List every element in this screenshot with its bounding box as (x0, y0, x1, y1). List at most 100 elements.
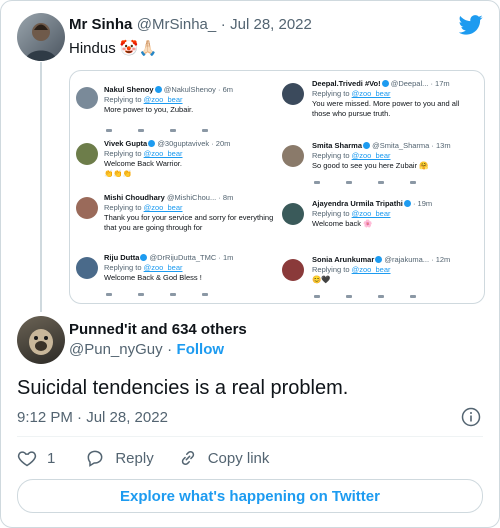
verified-icon (363, 142, 371, 149)
replying-to-label: Replying to (104, 203, 142, 212)
reply-timestamp[interactable]: 9:12 PM · Jul 28, 2022 (17, 409, 168, 426)
reply-icon (87, 450, 103, 467)
tweet-text-body: Hindus (69, 40, 116, 57)
replying-to-handle: @zoo_bear (143, 263, 183, 272)
replying-to-label: Replying to (104, 149, 142, 158)
reply-label: Reply (115, 449, 154, 467)
copy-link-button[interactable]: Copy link (178, 448, 270, 468)
embedded-reply: Ajayendra Urmila Tripathi · 19m Replying… (312, 199, 478, 229)
embedded-action-icons (314, 295, 416, 299)
verified-icon (375, 256, 383, 263)
reply-avatar (282, 145, 304, 167)
replying-to-label: Replying to (312, 209, 350, 218)
embedded-reply-handle: @NakulShenoy · 6m (163, 85, 234, 94)
embedded-reply-text: Welcome back (312, 219, 362, 228)
heart-icon (17, 451, 37, 467)
replying-to-handle: @zoo_bear (351, 265, 391, 274)
embedded-reply-handle: @Smita_Sharma · 13m (372, 141, 451, 150)
embedded-reply-emoji: 👏👏👏 (104, 169, 133, 178)
embedded-reply-handle: · 19m (412, 199, 433, 208)
like-count: 1 (47, 449, 56, 467)
action-bar: 1 Reply Copy link (17, 448, 293, 468)
embedded-reply-name: Riju Dutta (104, 253, 140, 262)
embedded-action-icons (106, 293, 208, 297)
reply-author-avatar[interactable] (17, 316, 65, 364)
replying-to-label: Replying to (312, 89, 350, 98)
replying-to-handle: @zoo_bear (351, 151, 391, 160)
embedded-reply: Mishi Choudhary @MishiChou... · 8m Reply… (104, 193, 276, 233)
embedded-reply-handle: @rajakuma... · 12m (384, 255, 451, 264)
tweet-header: Mr Sinha @MrSinha_ · Jul 28, 2022 (69, 16, 312, 34)
like-button[interactable]: 1 (17, 448, 55, 468)
reply-avatar (282, 83, 304, 105)
replying-to-label: Replying to (312, 151, 350, 160)
reply-author-name[interactable]: Punned'it and 634 others (69, 321, 247, 338)
reply-avatar (76, 87, 98, 109)
replying-to-handle: @zoo_bear (143, 95, 183, 104)
embedded-reply: Sonia Arunkumar @rajakuma... · 12m Reply… (312, 255, 478, 285)
replying-to-label: Replying to (104, 263, 142, 272)
author-name[interactable]: Mr Sinha (69, 16, 132, 33)
embedded-reply-text: You were missed. More power to you and a… (312, 99, 460, 118)
replying-to-label: Replying to (104, 95, 142, 104)
embedded-reply: Smita Sharma @Smita_Sharma · 13m Replyin… (312, 141, 478, 171)
embedded-reply-name: Mishi Choudhary (104, 193, 165, 202)
replying-to-handle: @zoo_bear (351, 209, 391, 218)
header-separator: · (220, 16, 226, 33)
replying-to-label: Replying to (312, 265, 350, 274)
embedded-image[interactable]: Nakul Shenoy @NakulShenoy · 6m Replying … (69, 70, 485, 304)
author-avatar[interactable] (17, 13, 65, 61)
verified-icon (148, 140, 156, 147)
embedded-reply-name: Smita Sharma (312, 141, 363, 150)
embedded-reply-emoji: 🤗 (419, 161, 429, 170)
embedded-reply-text: So good to see you here Zubair (312, 161, 418, 170)
author-handle[interactable]: @MrSinha_ (137, 16, 216, 33)
reply-avatar (282, 259, 304, 281)
embedded-reply-text: Thank you for your service and sorry for… (104, 213, 274, 232)
embedded-reply-name: Ajayendra Urmila Tripathi (312, 199, 403, 208)
replying-to-handle: @zoo_bear (351, 89, 391, 98)
reply-avatar (76, 143, 98, 165)
embedded-reply: Nakul Shenoy @NakulShenoy · 6m Replying … (104, 85, 274, 115)
tweet-emoji: 🤡🙏🏻 (119, 40, 158, 57)
replying-to-handle: @zoo_bear (143, 203, 183, 212)
tweet-text: Hindus 🤡🙏🏻 (69, 39, 157, 57)
thread-connector (40, 62, 42, 312)
embedded-reply-name: Nakul Shenoy (104, 85, 154, 94)
embedded-reply: Deepal.Trivedi #Vo! @Deepal... · 17m Rep… (312, 79, 478, 119)
reply-separator: · (167, 341, 173, 358)
reply-author-handle[interactable]: @Pun_nyGuy (69, 341, 163, 358)
replying-to-handle: @zoo_bear (143, 149, 183, 158)
embedded-reply-handle: @MishiChou... · 8m (166, 193, 234, 202)
twitter-bird-icon[interactable] (458, 15, 483, 35)
divider (17, 436, 483, 437)
verified-icon (154, 86, 162, 93)
embedded-reply-emoji: 😊🖤 (312, 275, 331, 284)
embedded-reply: Vivek Gupta @30guptavivek · 20m Replying… (104, 139, 274, 179)
embedded-reply-handle: @Deepal... · 17m (390, 79, 450, 88)
reply-button[interactable]: Reply (85, 448, 154, 468)
embedded-reply-name: Sonia Arunkumar (312, 255, 375, 264)
embedded-action-icons (106, 129, 208, 133)
embedded-reply-text: Welcome Back & God Bless ! (104, 273, 202, 282)
embedded-reply-text: More power to you, Zubair. (104, 105, 194, 114)
embedded-reply-text: Welcome Back Warrior. (104, 159, 182, 168)
reply-header: Punned'it and 634 others @Pun_nyGuy · Fo… (69, 321, 247, 359)
copy-link-label: Copy link (207, 449, 270, 467)
explore-button[interactable]: Explore what's happening on Twitter (17, 479, 483, 513)
follow-button[interactable]: Follow (177, 341, 225, 358)
embedded-reply: Riju Dutta @DrRijuDutta_TMC · 1m Replyin… (104, 253, 274, 283)
link-icon (181, 450, 194, 466)
embedded-reply-name: Deepal.Trivedi #Vo! (312, 79, 381, 88)
embedded-reply-name: Vivek Gupta (104, 139, 148, 148)
embedded-reply-emoji: 🌸 (363, 219, 373, 228)
tweet-date[interactable]: Jul 28, 2022 (230, 16, 312, 33)
embedded-reply-handle: @DrRijuDutta_TMC · 1m (149, 253, 234, 262)
embedded-reply-handle: @30guptavivek · 20m (157, 139, 231, 148)
info-icon[interactable] (461, 407, 481, 427)
reply-avatar (282, 203, 304, 225)
verified-icon (140, 254, 148, 261)
reply-avatar (76, 197, 98, 219)
verified-icon (381, 80, 389, 87)
reply-avatar (76, 257, 98, 279)
